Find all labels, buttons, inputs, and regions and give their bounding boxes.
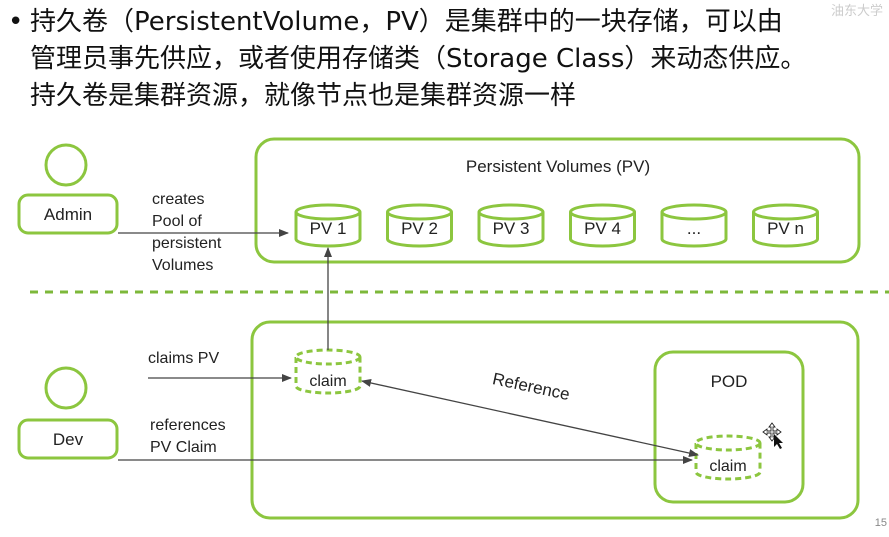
dev-label: Dev (53, 430, 84, 449)
volume-2: PV 2 (386, 203, 453, 248)
dev-avatar-icon (44, 366, 88, 410)
volume-6: PV n (752, 203, 819, 248)
admin-action-1: creates (152, 191, 204, 208)
references-label-2: PV Claim (150, 439, 217, 456)
admin-action-3: persistent (152, 235, 222, 252)
volume-label: PV 2 (401, 219, 438, 238)
volume-label: PV n (767, 219, 804, 238)
volume-5: ... (660, 203, 728, 248)
page-number: 15 (874, 517, 887, 529)
volume-label: PV 4 (584, 219, 621, 238)
admin-avatar-icon (44, 143, 88, 187)
volume-4: PV 4 (569, 203, 636, 248)
volume-label: ... (687, 219, 701, 238)
pv-container-title: Persistent Volumes (PV) (466, 157, 650, 176)
pod-claim-label: claim (709, 458, 746, 475)
references-label-1: references (150, 417, 226, 434)
claim-label: claim (309, 373, 346, 390)
volume-label: PV 1 (310, 219, 347, 238)
admin-action-2: Pool of (152, 213, 202, 230)
volume-1: PV 1 (294, 203, 362, 248)
claims-pv-label: claims PV (148, 350, 219, 367)
volume-label: PV 3 (493, 219, 530, 238)
admin-action-4: Volumes (152, 257, 213, 274)
admin-label: Admin (44, 205, 92, 224)
pv-diagram: Persistent Volumes (PV) PV 1 PV 2 PV 3 PV 4… (17, 137, 889, 520)
pod-label: POD (711, 372, 748, 391)
volume-3: PV 3 (477, 203, 545, 248)
